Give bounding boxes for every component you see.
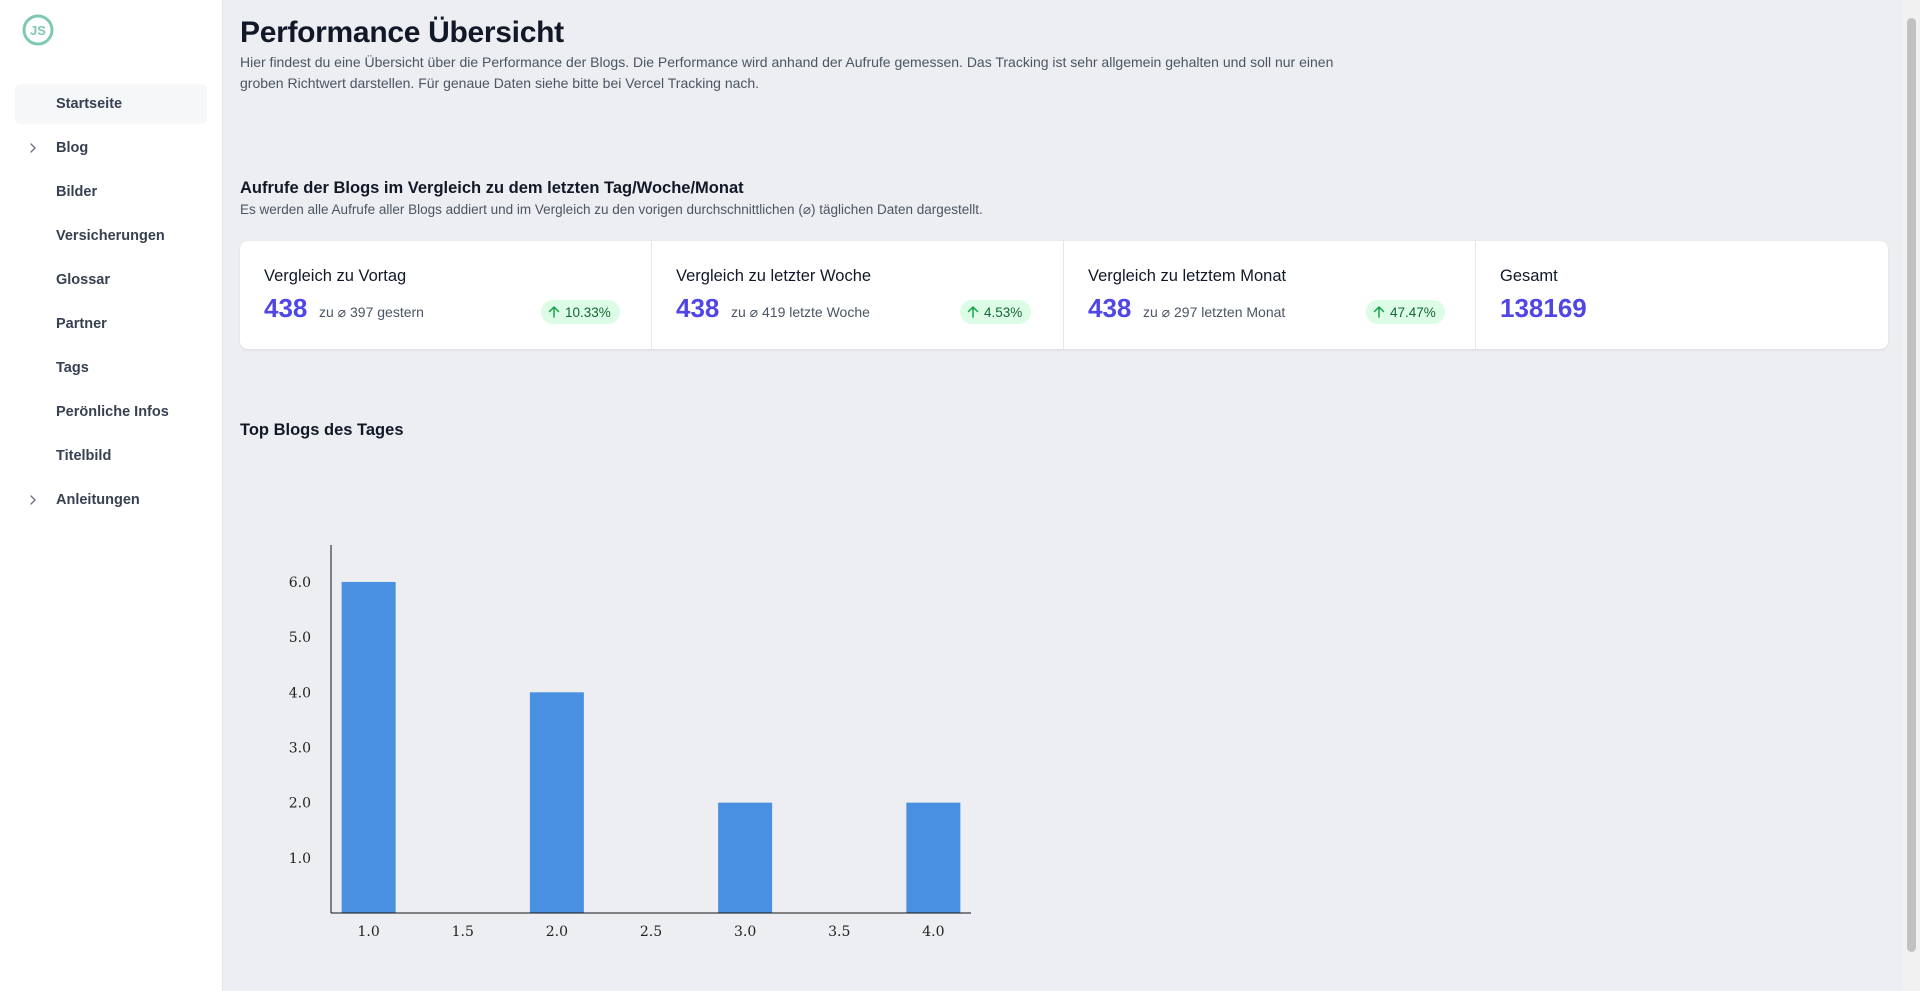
page-description: Hier findest du eine Übersicht über die … bbox=[240, 54, 1334, 91]
sidebar-item-titelbild[interactable]: Titelbild bbox=[15, 436, 207, 476]
scrollbar-thumb[interactable] bbox=[1907, 18, 1916, 952]
bar-chart: 1.0 2.0 3.0 4.0 5.0 6.0 1.0 1.5 2.0 2.5 3.0 3.5 4.0 bbox=[289, 545, 971, 940]
chevron-right-icon[interactable] bbox=[26, 493, 40, 507]
stat-value: 138169 bbox=[1500, 293, 1587, 323]
stat-label: Vergleich zu letzter Woche bbox=[676, 267, 872, 285]
sidebar-item-blog[interactable]: Blog bbox=[15, 128, 207, 168]
top-blogs-title: Top Blogs des Tages bbox=[240, 421, 404, 439]
y-tick-label: 1.0 bbox=[289, 851, 311, 867]
sidebar-item-label: Startseite bbox=[56, 96, 123, 112]
x-tick-label: 1.5 bbox=[452, 924, 474, 940]
sidebar-item-versicherungen[interactable]: Versicherungen bbox=[15, 216, 207, 256]
chart-bar bbox=[529, 692, 584, 913]
sidebar-nav: Startseite Blog Bilder Versicherungen Glossa… bbox=[15, 84, 207, 524]
stat-sub: zu ⌀ 297 letzten Monat bbox=[1143, 304, 1286, 320]
stat-value: 438 bbox=[264, 293, 308, 323]
arrow-up-icon bbox=[967, 306, 979, 318]
chart-bar bbox=[718, 802, 773, 913]
sidebar-item-label: Partner bbox=[56, 316, 107, 332]
y-tick-label: 6.0 bbox=[289, 575, 311, 591]
sidebar-item-anleitungen[interactable]: Anleitungen bbox=[15, 480, 207, 520]
sidebar-item-tags[interactable]: Tags bbox=[15, 348, 207, 388]
stat-value: 438 bbox=[676, 293, 720, 323]
x-tick-label: 1.0 bbox=[358, 924, 380, 940]
sidebar-item-glossar[interactable]: Glossar bbox=[15, 260, 207, 300]
sidebar-item-startseite[interactable]: Startseite bbox=[15, 84, 207, 124]
sidebar-item-bilder[interactable]: Bilder bbox=[15, 172, 207, 212]
sidebar-item-label: Glossar bbox=[56, 272, 110, 288]
sidebar-item-label: Perönliche Infos bbox=[56, 404, 169, 420]
page-title: Performance Übersicht bbox=[240, 16, 564, 49]
trend-value: 10.33% bbox=[565, 304, 611, 320]
x-tick-label: 2.0 bbox=[546, 924, 568, 940]
x-tick-label: 2.5 bbox=[640, 924, 662, 940]
stat-total: Gesamt 138169 bbox=[1476, 241, 1888, 349]
trend-badge: 4.53% bbox=[960, 300, 1032, 324]
stat-sub: zu ⌀ 397 gestern bbox=[319, 304, 424, 320]
main-content: Performance Übersicht Hier findest du ei… bbox=[240, 0, 1888, 991]
arrow-up-icon bbox=[1373, 306, 1385, 318]
sidebar-item-label: Anleitungen bbox=[56, 492, 140, 508]
scrollbar[interactable] bbox=[1903, 0, 1920, 991]
comparison-description: Es werden alle Aufrufe aller Blogs addie… bbox=[240, 202, 983, 217]
chart-bar bbox=[341, 581, 396, 913]
trend-badge: 47.47% bbox=[1366, 300, 1445, 324]
chart-bar bbox=[906, 802, 961, 913]
chevron-right-icon[interactable] bbox=[26, 141, 40, 155]
stat-previous-day: Vergleich zu Vortag 438 zu ⌀ 397 gestern… bbox=[240, 241, 652, 349]
y-tick-label: 5.0 bbox=[289, 630, 311, 646]
x-tick-label: 3.0 bbox=[734, 924, 756, 940]
trend-value: 47.47% bbox=[1390, 304, 1436, 320]
top-blogs-chart: 1.0 2.0 3.0 4.0 5.0 6.0 1.0 1.5 2.0 2.5 3.0 3.5 4.0 bbox=[240, 520, 1000, 955]
stat-value: 438 bbox=[1088, 293, 1132, 323]
stats-card: Vergleich zu Vortag 438 zu ⌀ 397 gestern… bbox=[240, 241, 1888, 349]
sidebar-item-perönliche-infos[interactable]: Perönliche Infos bbox=[15, 392, 207, 432]
sidebar-item-label: Versicherungen bbox=[56, 228, 165, 244]
sidebar: JS Startseite Blog Bilder Versicherungen Glo… bbox=[0, 0, 223, 991]
logo-icon[interactable]: JS bbox=[22, 14, 54, 46]
stat-label: Vergleich zu Vortag bbox=[264, 267, 407, 285]
stat-label: Gesamt bbox=[1500, 267, 1558, 285]
stat-last-week: Vergleich zu letzter Woche 438 zu ⌀ 419 … bbox=[652, 241, 1064, 349]
stat-sub: zu ⌀ 419 letzte Woche bbox=[731, 304, 870, 320]
trend-value: 4.53% bbox=[984, 304, 1023, 320]
stat-label: Vergleich zu letztem Monat bbox=[1088, 267, 1287, 285]
y-tick-label: 4.0 bbox=[289, 685, 311, 701]
comparison-title: Aufrufe der Blogs im Vergleich zu dem le… bbox=[240, 179, 744, 197]
sidebar-item-label: Tags bbox=[56, 360, 89, 376]
sidebar-item-partner[interactable]: Partner bbox=[15, 304, 207, 344]
sidebar-item-label: Titelbild bbox=[56, 448, 112, 464]
sidebar-item-label: Blog bbox=[56, 140, 89, 156]
arrow-up-icon bbox=[548, 306, 560, 318]
y-tick-label: 2.0 bbox=[289, 796, 311, 812]
x-tick-label: 4.0 bbox=[922, 924, 944, 940]
svg-text:JS: JS bbox=[30, 23, 46, 38]
trend-badge: 10.33% bbox=[541, 300, 620, 324]
x-tick-label: 3.5 bbox=[828, 924, 850, 940]
stat-last-month: Vergleich zu letztem Monat 438 zu ⌀ 297 … bbox=[1064, 241, 1476, 349]
y-tick-label: 3.0 bbox=[289, 740, 311, 756]
sidebar-item-label: Bilder bbox=[56, 184, 98, 200]
